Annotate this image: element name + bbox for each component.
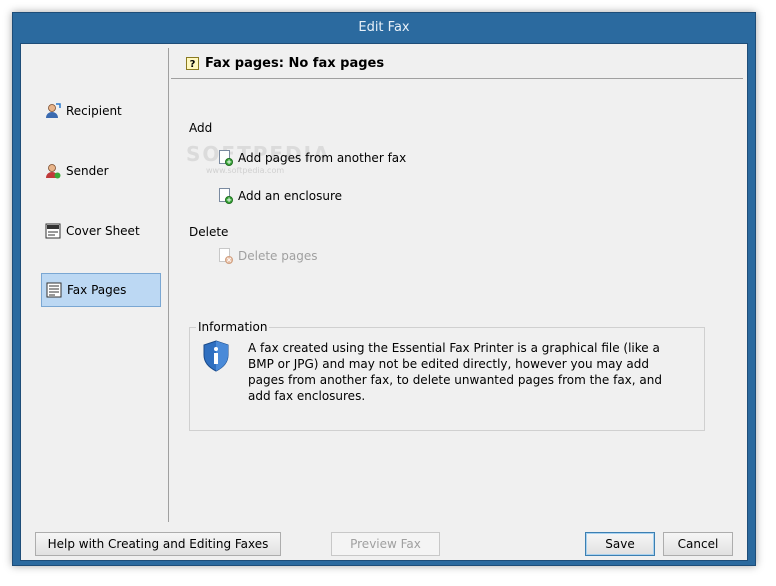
save-button[interactable]: Save: [585, 532, 655, 556]
sidebar-item-recipient[interactable]: Recipient: [41, 94, 161, 128]
recipient-icon: [45, 103, 61, 119]
info-shield-icon: [202, 340, 230, 372]
add-pages-label: Add pages from another fax: [238, 151, 407, 165]
delete-pages-link[interactable]: × Delete pages: [219, 248, 317, 264]
help-icon: ?: [186, 57, 199, 70]
information-text: A fax created using the Essential Fax Pr…: [248, 341, 662, 403]
information-title: Information: [196, 320, 270, 334]
sender-icon: [45, 163, 61, 179]
dialog-client-area: Recipient Sender Cover Sheet Fax Pages ?…: [20, 43, 748, 561]
cover-sheet-icon: [45, 223, 61, 239]
fax-pages-icon: [46, 282, 62, 298]
add-section-label: Add: [189, 121, 213, 135]
add-enclosure-label: Add an enclosure: [238, 189, 342, 203]
add-enclosure-link[interactable]: + Add an enclosure: [219, 188, 342, 204]
window-title: Edit Fax: [358, 20, 410, 35]
page-title: ? Fax pages: No fax pages: [186, 56, 384, 71]
cancel-button[interactable]: Cancel: [663, 532, 733, 556]
help-button[interactable]: Help with Creating and Editing Faxes: [35, 532, 281, 556]
delete-section-label: Delete: [189, 225, 229, 239]
sidebar-item-label: Recipient: [66, 104, 122, 118]
edit-fax-window: Edit Fax Recipient Sender Cover Sheet Fa…: [12, 12, 756, 566]
add-page-icon: +: [219, 150, 233, 166]
sidebar-item-label: Fax Pages: [67, 283, 127, 297]
sidebar-item-label: Sender: [66, 164, 109, 178]
sidebar-item-fax-pages[interactable]: Fax Pages: [41, 273, 161, 307]
sidebar-item-label: Cover Sheet: [66, 224, 140, 238]
information-groupbox: Information A fax created using the Esse…: [189, 320, 705, 431]
dialog-button-bar: Help with Creating and Editing Faxes Pre…: [21, 522, 747, 562]
add-pages-link[interactable]: + Add pages from another fax: [219, 150, 406, 166]
sidebar-item-cover-sheet[interactable]: Cover Sheet: [41, 214, 161, 248]
watermark-url: www.softpedia.com: [206, 166, 285, 175]
sidebar-divider: [168, 48, 169, 522]
page-title-text: Fax pages: No fax pages: [205, 56, 385, 71]
header-divider: [171, 78, 743, 79]
delete-pages-label: Delete pages: [238, 249, 318, 263]
delete-page-icon: ×: [219, 248, 233, 264]
preview-fax-button[interactable]: Preview Fax: [331, 532, 440, 556]
sidebar-nav: Recipient Sender Cover Sheet Fax Pages: [21, 44, 168, 522]
add-enclosure-icon: +: [219, 188, 233, 204]
sidebar-item-sender[interactable]: Sender: [41, 154, 161, 188]
